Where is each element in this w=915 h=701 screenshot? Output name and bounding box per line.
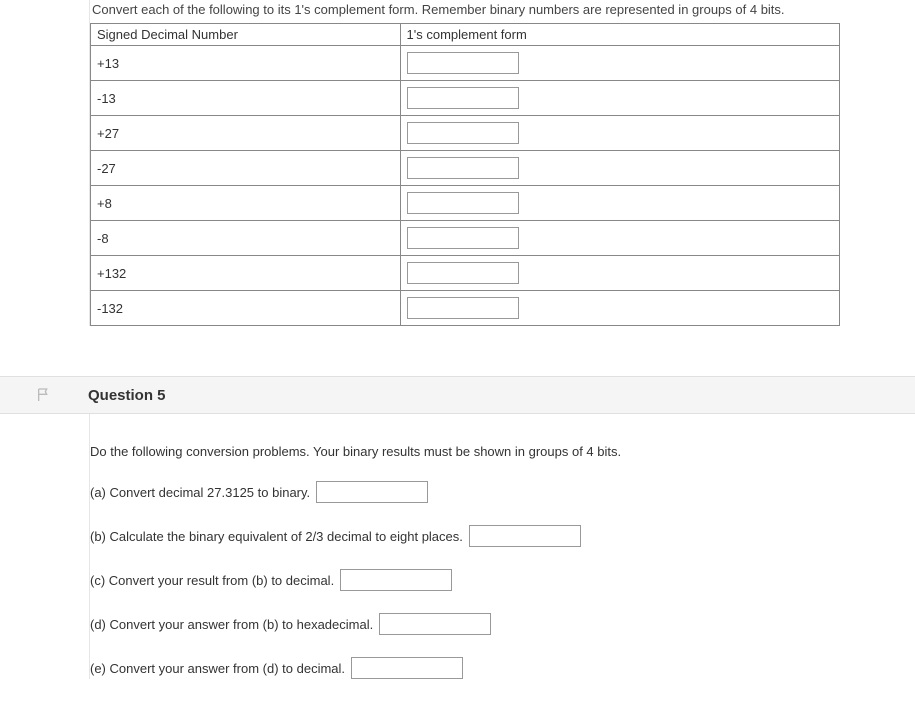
answer-input[interactable] bbox=[407, 122, 519, 144]
flag-icon[interactable] bbox=[0, 387, 88, 403]
answer-input[interactable] bbox=[407, 297, 519, 319]
answer-input[interactable] bbox=[407, 262, 519, 284]
table-row: -8 bbox=[91, 221, 840, 256]
q5-part-c-label: (c) Convert your result from (b) to deci… bbox=[90, 573, 334, 588]
row-label: +27 bbox=[91, 116, 401, 151]
q5-part-a-label: (a) Convert decimal 27.3125 to binary. bbox=[90, 485, 310, 500]
q5-part-b-label: (b) Calculate the binary equivalent of 2… bbox=[90, 529, 463, 544]
row-label: +13 bbox=[91, 46, 401, 81]
conversion-table: Signed Decimal Number 1's complement for… bbox=[90, 23, 840, 326]
col-header-complement: 1's complement form bbox=[400, 24, 839, 46]
answer-input[interactable] bbox=[407, 227, 519, 249]
row-label: -13 bbox=[91, 81, 401, 116]
question-5-title: Question 5 bbox=[88, 387, 166, 404]
q5-part-e-label: (e) Convert your answer from (d) to deci… bbox=[90, 661, 345, 676]
q5-part-c-input[interactable] bbox=[340, 569, 452, 591]
table-row: -13 bbox=[91, 81, 840, 116]
table-row: +27 bbox=[91, 116, 840, 151]
answer-input[interactable] bbox=[407, 87, 519, 109]
answer-input[interactable] bbox=[407, 157, 519, 179]
col-header-signed: Signed Decimal Number bbox=[91, 24, 401, 46]
row-label: -132 bbox=[91, 291, 401, 326]
row-label: +132 bbox=[91, 256, 401, 291]
row-label: -8 bbox=[91, 221, 401, 256]
answer-input[interactable] bbox=[407, 52, 519, 74]
q5-part-d-input[interactable] bbox=[379, 613, 491, 635]
answer-input[interactable] bbox=[407, 192, 519, 214]
q5-part-b-input[interactable] bbox=[469, 525, 581, 547]
table-row: +8 bbox=[91, 186, 840, 221]
table-row: -27 bbox=[91, 151, 840, 186]
row-label: +8 bbox=[91, 186, 401, 221]
table-row: +132 bbox=[91, 256, 840, 291]
q5-part-e-input[interactable] bbox=[351, 657, 463, 679]
q4-instruction: Convert each of the following to its 1's… bbox=[90, 0, 915, 23]
row-label: -27 bbox=[91, 151, 401, 186]
table-row: +13 bbox=[91, 46, 840, 81]
q5-part-d-label: (d) Convert your answer from (b) to hexa… bbox=[90, 617, 373, 632]
q5-intro: Do the following conversion problems. Yo… bbox=[90, 444, 915, 459]
q5-part-a-input[interactable] bbox=[316, 481, 428, 503]
question-5-header: Question 5 bbox=[0, 376, 915, 414]
table-row: -132 bbox=[91, 291, 840, 326]
